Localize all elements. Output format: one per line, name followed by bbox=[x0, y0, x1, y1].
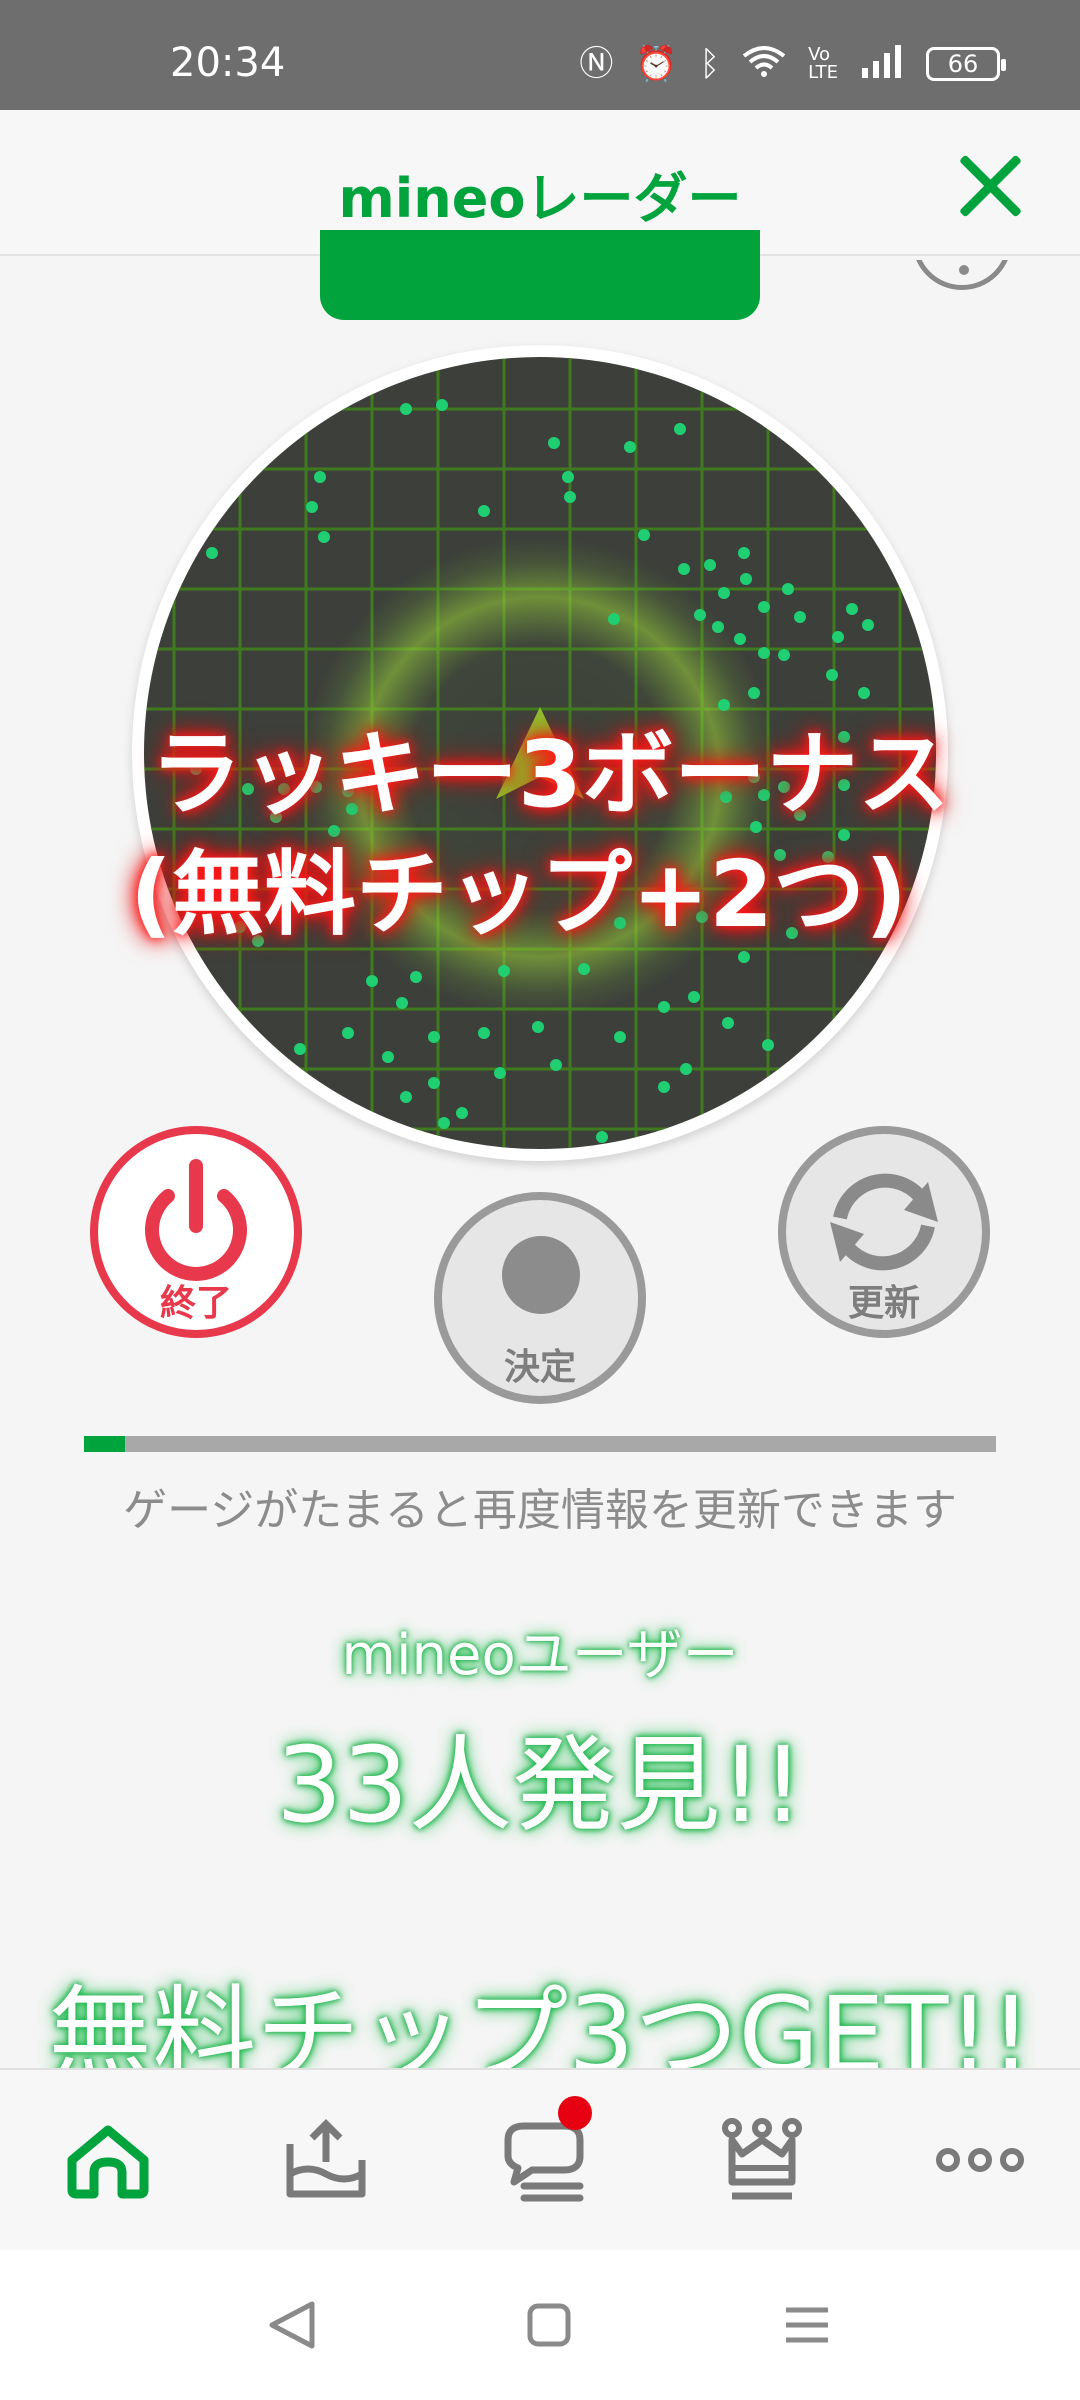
end-label: 終了 bbox=[159, 1283, 232, 1324]
notification-badge bbox=[558, 2096, 592, 2130]
status-icons: Ⓝ ⏰ ᛒ Vo LTE 66 bbox=[579, 44, 1006, 84]
end-button[interactable]: 終了 bbox=[90, 1126, 302, 1338]
update-label: 更新 bbox=[847, 1283, 920, 1324]
decide-label: 決定 bbox=[503, 1347, 576, 1388]
close-button[interactable] bbox=[950, 150, 1030, 230]
tab-more[interactable] bbox=[930, 2110, 1030, 2210]
crown-icon bbox=[722, 2118, 802, 2200]
start-button[interactable] bbox=[320, 230, 760, 320]
menu-icon[interactable] bbox=[772, 2290, 842, 2360]
progress-gauge bbox=[84, 1436, 996, 1452]
tab-home[interactable] bbox=[58, 2110, 158, 2210]
upload-tray-icon bbox=[286, 2119, 366, 2198]
page-title: mineoレーダー bbox=[338, 167, 742, 230]
status-time: 20:34 bbox=[170, 40, 286, 86]
circle-icon bbox=[502, 1236, 580, 1314]
nfc-icon: Ⓝ bbox=[579, 44, 614, 84]
back-icon[interactable] bbox=[258, 2290, 328, 2360]
decide-button[interactable]: 決定 bbox=[434, 1192, 646, 1404]
users-label: mineoユーザー bbox=[341, 1623, 739, 1688]
bluetooth-icon: ᛒ bbox=[699, 44, 721, 84]
found-count: 33人発見!! bbox=[276, 1724, 804, 1846]
home-icon bbox=[67, 2125, 149, 2199]
tab-ranking[interactable] bbox=[712, 2110, 812, 2210]
alarm-icon: ⏰ bbox=[635, 44, 678, 84]
bonus-subtitle: (無料チップ+2つ) bbox=[130, 841, 908, 948]
wifi-icon bbox=[742, 44, 786, 84]
volte-icon: Vo LTE bbox=[808, 44, 838, 83]
tab-upload[interactable] bbox=[276, 2110, 376, 2210]
bottom-tab-bar bbox=[0, 2068, 1080, 2250]
bonus-title: ラッキー3ボーナス bbox=[149, 721, 950, 828]
more-icon bbox=[936, 2148, 1024, 2172]
battery-icon: 66 bbox=[926, 47, 1006, 81]
progress-gauge-fill bbox=[84, 1436, 126, 1452]
gauge-hint: ゲージがたまると再度情報を更新できます bbox=[123, 1485, 957, 1536]
status-bar: 20:34 Ⓝ ⏰ ᛒ Vo LTE 66 bbox=[0, 0, 1080, 110]
update-button[interactable]: 更新 bbox=[778, 1126, 990, 1338]
system-nav-bar bbox=[0, 2250, 1080, 2400]
signal-icon bbox=[860, 44, 904, 84]
home-nav-icon[interactable] bbox=[514, 2290, 584, 2360]
